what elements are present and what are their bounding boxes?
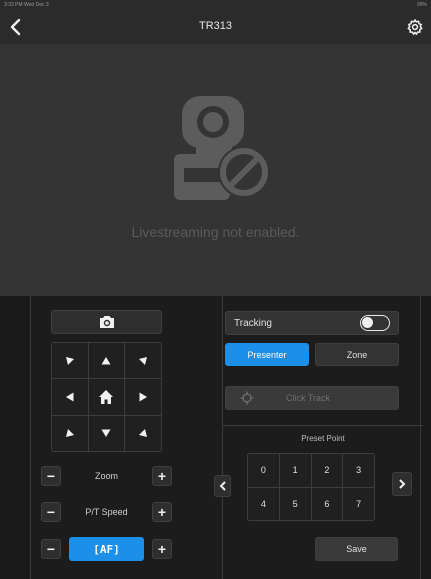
focus-far-button[interactable]: + bbox=[152, 539, 172, 559]
ptz-down-right[interactable] bbox=[125, 415, 161, 451]
zone-button[interactable]: Zone bbox=[315, 343, 399, 366]
status-indicators: 99% bbox=[416, 2, 427, 8]
ptz-up[interactable] bbox=[88, 343, 125, 379]
nav-bar: TR313 bbox=[0, 10, 431, 44]
crosshair-icon bbox=[240, 391, 254, 405]
preset-point-4[interactable]: 4 bbox=[248, 487, 279, 520]
video-preview: Livestreaming not enabled. bbox=[0, 44, 431, 296]
zoom-in-button[interactable]: + bbox=[152, 466, 172, 486]
livestream-message: Livestreaming not enabled. bbox=[131, 224, 300, 240]
ptz-home[interactable] bbox=[88, 379, 125, 415]
preset-next-button[interactable] bbox=[392, 472, 412, 496]
control-panel-inner: − Zoom + − P/T Speed + − [AF] + Tracking… bbox=[30, 296, 423, 579]
tracking-toggle[interactable] bbox=[360, 315, 390, 331]
ptz-up-right[interactable] bbox=[125, 343, 161, 379]
preset-point-0[interactable]: 0 bbox=[248, 454, 279, 487]
save-button[interactable]: Save bbox=[315, 537, 398, 561]
snapshot-button[interactable] bbox=[51, 310, 162, 334]
ptz-right[interactable] bbox=[125, 379, 161, 415]
arrow-up-left-icon bbox=[65, 356, 74, 365]
arrow-right-icon bbox=[139, 392, 148, 402]
arrow-left-icon bbox=[65, 392, 74, 402]
focus-near-button[interactable]: − bbox=[41, 539, 61, 559]
ptz-down[interactable] bbox=[88, 415, 125, 451]
preset-point-5[interactable]: 5 bbox=[279, 487, 311, 520]
pt-speed-down-button[interactable]: − bbox=[41, 502, 61, 522]
toggle-knob bbox=[362, 317, 373, 328]
preset-point-1[interactable]: 1 bbox=[279, 454, 311, 487]
chevron-left-icon bbox=[219, 481, 226, 491]
zoom-label: Zoom bbox=[94, 471, 118, 481]
control-panel: − Zoom + − P/T Speed + − [AF] + Tracking… bbox=[0, 296, 431, 579]
autofocus-button[interactable]: [AF] bbox=[69, 537, 144, 561]
arrow-down-left-icon bbox=[65, 429, 74, 438]
presenter-button[interactable]: Presenter bbox=[225, 343, 309, 366]
tracking-label: Tracking bbox=[234, 317, 272, 329]
status-bar: 3:33 PM Wed Dec 3 99% bbox=[0, 0, 431, 10]
panel-divider-horizontal bbox=[223, 425, 423, 426]
preset-point-3[interactable]: 3 bbox=[343, 454, 374, 487]
ptz-up-left[interactable] bbox=[52, 343, 88, 379]
page-title: TR313 bbox=[198, 20, 233, 32]
arrow-down-icon bbox=[101, 429, 111, 438]
arrow-down-right-icon bbox=[139, 429, 148, 438]
ptz-down-left[interactable] bbox=[52, 415, 88, 451]
pt-speed-label: P/T Speed bbox=[85, 507, 128, 517]
preset-grid: 0 1 2 3 4 5 6 7 bbox=[247, 453, 375, 521]
zoom-out-button[interactable]: − bbox=[41, 466, 61, 486]
camera-disabled-icon bbox=[174, 96, 270, 200]
click-track-button[interactable]: Click Track bbox=[225, 386, 399, 410]
status-time: 3:33 PM Wed Dec 3 bbox=[4, 2, 49, 8]
click-track-label: Click Track bbox=[286, 393, 331, 403]
arrow-up-right-icon bbox=[139, 356, 148, 365]
home-icon bbox=[99, 389, 114, 404]
preset-point-2[interactable]: 2 bbox=[311, 454, 343, 487]
preset-title: Preset Point bbox=[301, 434, 345, 443]
tracking-row: Tracking bbox=[225, 311, 399, 335]
preset-point-6[interactable]: 6 bbox=[311, 487, 343, 520]
preset-prev-button[interactable] bbox=[214, 475, 231, 497]
ptz-pad bbox=[51, 342, 162, 452]
chevron-right-icon bbox=[399, 479, 406, 489]
ptz-left[interactable] bbox=[52, 379, 88, 415]
camera-icon bbox=[99, 316, 114, 328]
gear-icon[interactable] bbox=[406, 18, 424, 36]
pt-speed-up-button[interactable]: + bbox=[152, 502, 172, 522]
preset-point-7[interactable]: 7 bbox=[343, 487, 374, 520]
arrow-up-icon bbox=[101, 356, 111, 365]
